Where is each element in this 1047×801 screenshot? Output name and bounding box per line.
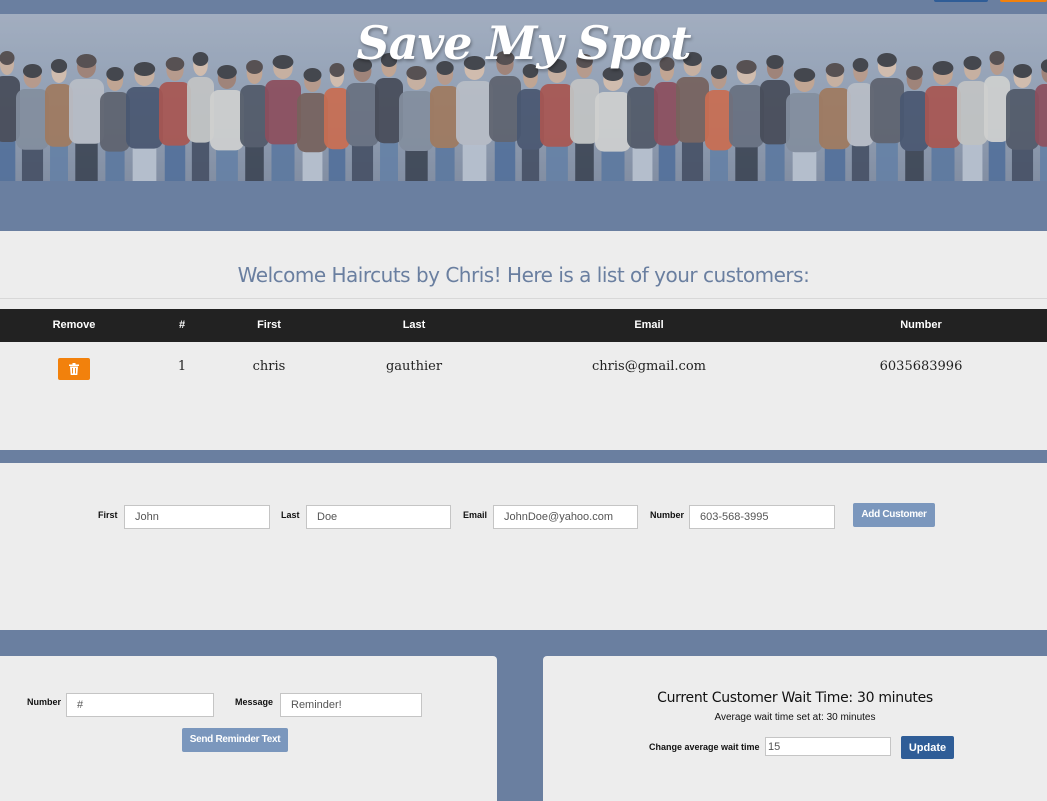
column-header-last: Last bbox=[402, 319, 426, 331]
send-reminder-button[interactable]: Send Reminder Text bbox=[182, 728, 288, 752]
cell-last: gauthier bbox=[385, 359, 443, 374]
wait-time-panel: Current Customer Wait Time: 30 minutes A… bbox=[543, 656, 1047, 801]
cell-first: chris bbox=[252, 359, 286, 374]
top-nav-button-1[interactable] bbox=[934, 0, 988, 2]
email-label: Email bbox=[463, 510, 488, 520]
column-header-phone: Number bbox=[900, 319, 942, 331]
last-name-input[interactable] bbox=[306, 505, 451, 529]
cell-email: chris@gmail.com bbox=[592, 359, 706, 374]
update-wait-button[interactable]: Update bbox=[901, 736, 954, 759]
customer-list-panel: Welcome Haircuts by Chris! Here is a lis… bbox=[0, 231, 1047, 450]
number-label: Number bbox=[650, 510, 685, 520]
top-nav-button-2[interactable] bbox=[1000, 0, 1047, 2]
wait-time-heading: Current Customer Wait Time: 30 minutes bbox=[657, 690, 933, 706]
add-customer-button[interactable]: Add Customer bbox=[853, 503, 935, 527]
header-band bbox=[0, 181, 1047, 231]
reminder-number-label: Number bbox=[27, 697, 62, 707]
last-label: Last bbox=[281, 510, 300, 520]
reminder-panel: Number Message Send Reminder Text bbox=[0, 656, 497, 801]
table-header: Remove # First Last Email Number bbox=[0, 309, 1047, 342]
first-label: First bbox=[98, 510, 118, 520]
wait-time-subtitle: Average wait time set at: 30 minutes bbox=[714, 712, 876, 723]
column-header-remove: Remove bbox=[52, 319, 96, 331]
first-name-input[interactable] bbox=[124, 505, 270, 529]
cell-index: 1 bbox=[177, 359, 187, 374]
add-customer-panel: First Last Email Number Add Customer bbox=[0, 463, 1047, 630]
reminder-message-input[interactable] bbox=[280, 693, 422, 717]
phone-input[interactable] bbox=[689, 505, 835, 529]
separator-band bbox=[0, 450, 1047, 463]
trash-icon bbox=[69, 363, 79, 375]
separator-band-2 bbox=[0, 630, 1047, 656]
remove-customer-button[interactable] bbox=[58, 358, 90, 380]
change-wait-label: Change average wait time bbox=[649, 742, 760, 752]
column-header-first: First bbox=[257, 319, 281, 331]
reminder-message-label: Message bbox=[235, 697, 274, 707]
column-header-number-index: # bbox=[178, 319, 186, 331]
site-title: Save My Spot bbox=[356, 16, 691, 70]
reminder-number-input[interactable] bbox=[66, 693, 214, 717]
hero-banner: Save My Spot bbox=[0, 14, 1047, 181]
cell-phone: 6035683996 bbox=[879, 359, 963, 374]
column-header-email: Email bbox=[634, 319, 664, 331]
divider bbox=[0, 298, 1047, 299]
wait-time-input[interactable] bbox=[765, 737, 891, 756]
email-input[interactable] bbox=[493, 505, 638, 529]
welcome-heading: Welcome Haircuts by Chris! Here is a lis… bbox=[237, 263, 810, 287]
top-strip bbox=[0, 0, 1047, 14]
